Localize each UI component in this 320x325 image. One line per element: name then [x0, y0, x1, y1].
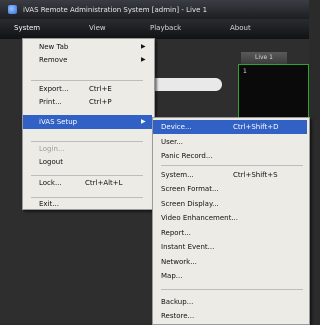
submenu-item-instant-event[interactable]: Instant Event...: [153, 240, 307, 254]
shortcut-label: Ctrl+E: [89, 85, 112, 93]
submenu-item-label: Device...: [161, 123, 192, 131]
menu-view[interactable]: View: [89, 24, 106, 32]
title-bar: iVAS Remote Administration System [admin…: [0, 0, 309, 19]
menu-about[interactable]: About: [230, 24, 251, 32]
menu-separator: [31, 80, 143, 81]
menu-item-label: New Tab: [39, 43, 69, 51]
submenu-item-label: Restore...: [161, 312, 195, 320]
menu-item-remove[interactable]: Remove ▶: [23, 53, 152, 67]
submenu-item-screen-display[interactable]: Screen Display...: [153, 197, 307, 211]
system-menu: New Tab ▶ Remove ▶ Export... Ctrl+E Print... Ct…: [22, 38, 155, 210]
submenu-item-label: Panic Record...: [161, 152, 213, 160]
submenu-item-map[interactable]: Map...: [153, 269, 307, 283]
submenu-item-backup[interactable]: Backup...: [153, 295, 307, 309]
submenu-item-label: Map...: [161, 272, 183, 280]
submenu-item-user[interactable]: User...: [153, 135, 307, 149]
menu-item-label: Remove: [39, 56, 68, 64]
submenu-item-panic-record[interactable]: Panic Record...: [153, 149, 307, 163]
menu-item-login[interactable]: Login...: [23, 142, 152, 156]
menu-item-label: iVAS Setup: [39, 118, 78, 126]
submenu-item-label: Screen Display...: [161, 200, 219, 208]
tab-live-1[interactable]: Live 1: [241, 52, 287, 64]
submenu-item-system[interactable]: System... Ctrl+Shift+S: [153, 168, 307, 182]
shortcut-label: Ctrl+Shift+D: [233, 123, 279, 131]
menu-item-new-tab[interactable]: New Tab ▶: [23, 40, 152, 54]
shortcut-label: Ctrl+Shift+S: [233, 171, 278, 179]
menu-system[interactable]: System: [14, 24, 40, 32]
submenu-arrow-icon: ▶: [141, 43, 146, 50]
submenu-arrow-icon: ▶: [141, 118, 146, 125]
menu-item-print[interactable]: Print... Ctrl+P: [23, 95, 152, 109]
submenu-item-label: User...: [161, 138, 183, 146]
submenu-item-label: Instant Event...: [161, 243, 215, 251]
menu-item-exit[interactable]: Exit...: [23, 197, 152, 211]
shortcut-label: Ctrl+P: [89, 98, 112, 106]
menu-bar: System View Playback About: [0, 19, 309, 39]
window-title: iVAS Remote Administration System [admin…: [23, 5, 208, 14]
submenu-item-label: Screen Format...: [161, 185, 219, 193]
channel-label: 1: [243, 68, 247, 75]
submenu-item-label: Network...: [161, 258, 197, 266]
submenu-item-screen-format[interactable]: Screen Format...: [153, 182, 307, 196]
menu-item-label: Exit...: [39, 200, 59, 208]
menu-item-label: Logout: [39, 158, 63, 166]
submenu-item-label: Report...: [161, 229, 191, 237]
submenu-item-label: System...: [161, 171, 194, 179]
menu-item-export[interactable]: Export... Ctrl+E: [23, 82, 152, 96]
app-icon: [8, 5, 17, 14]
menu-playback[interactable]: Playback: [150, 24, 181, 32]
menu-item-logout[interactable]: Logout: [23, 155, 152, 169]
menu-item-label: Print...: [39, 98, 62, 106]
submenu-item-label: Video Enhancement...: [161, 214, 238, 222]
submenu-item-video-enhancement[interactable]: Video Enhancement...: [153, 211, 307, 225]
menu-item-label: Lock...: [39, 179, 62, 187]
menu-item-label: Login...: [39, 145, 65, 153]
submenu-item-restore[interactable]: Restore...: [153, 309, 307, 323]
menu-item-lock[interactable]: Lock... Ctrl+Alt+L: [23, 176, 152, 190]
submenu-item-label: Backup...: [161, 298, 194, 306]
menu-separator: [161, 165, 303, 166]
menu-item-ivas-setup[interactable]: iVAS Setup ▶: [23, 115, 152, 129]
menu-separator: [161, 289, 303, 290]
submenu-item-device[interactable]: Device... Ctrl+Shift+D: [153, 120, 307, 134]
shortcut-label: Ctrl+Alt+L: [85, 179, 123, 187]
ivas-setup-submenu: Device... Ctrl+Shift+D User... Panic Record…: [152, 117, 310, 325]
submenu-item-network[interactable]: Network...: [153, 255, 307, 269]
menu-item-label: Export...: [39, 85, 69, 93]
submenu-item-report[interactable]: Report...: [153, 226, 307, 240]
submenu-arrow-icon: ▶: [141, 56, 146, 63]
